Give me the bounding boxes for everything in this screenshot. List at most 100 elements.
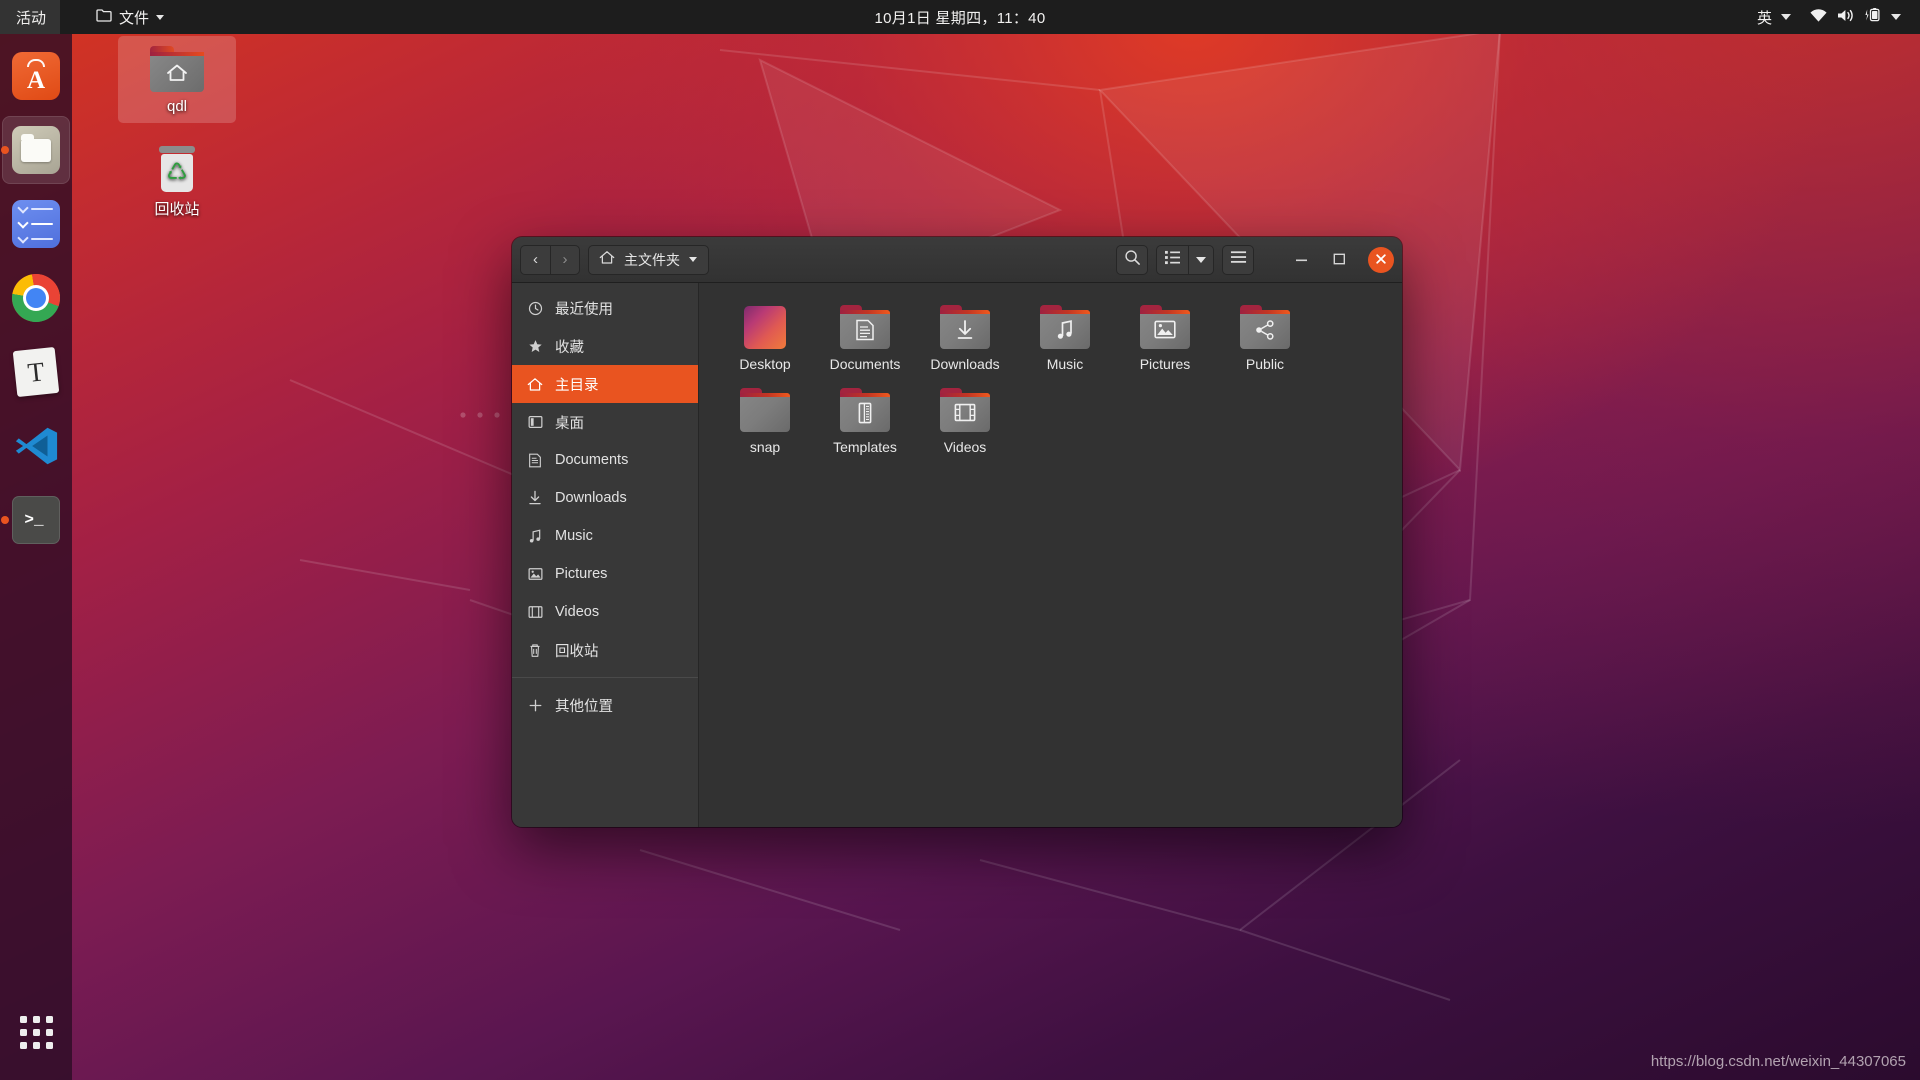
file-item-documents[interactable]: Documents <box>815 297 915 378</box>
desktop-icon-trash[interactable]: ♺ 回收站 <box>118 136 236 227</box>
app-menu-files[interactable]: 文件 <box>84 0 176 34</box>
file-item-label: Templates <box>833 439 897 456</box>
sidebar-item-pictures[interactable]: Pictures <box>512 555 698 593</box>
input-method-indicator[interactable]: 英 <box>1748 0 1800 34</box>
file-item-label: Music <box>1046 356 1084 372</box>
dock-item-text-editor[interactable]: T <box>2 338 70 406</box>
clock-area: 10月1日 星期四，11：40 <box>0 0 1920 34</box>
show-applications-button[interactable] <box>0 984 72 1080</box>
close-button[interactable] <box>1368 246 1394 273</box>
dock-item-todo[interactable] <box>2 190 70 258</box>
sidebar-item-label: Pictures <box>555 566 608 582</box>
list-view-button[interactable] <box>1156 244 1188 275</box>
sidebar-separator <box>512 677 698 678</box>
sidebar-item-label: 桌面 <box>555 415 584 432</box>
videos-icon <box>526 605 544 619</box>
dock-item-ubuntu-software[interactable]: A <box>2 42 70 110</box>
dock-item-vscode[interactable] <box>2 412 70 480</box>
forward-button[interactable]: › <box>550 244 580 275</box>
chevron-down-icon <box>689 257 697 262</box>
sidebar-item-label: 回收站 <box>555 643 599 660</box>
ubuntu-software-icon: A <box>12 52 60 100</box>
running-indicator-dot <box>1 146 9 154</box>
sidebar-item-label: 最近使用 <box>555 301 613 318</box>
file-item-music[interactable]: Music <box>1015 297 1115 378</box>
pictures-folder-icon <box>1140 305 1190 349</box>
plus-icon <box>526 698 544 713</box>
file-item-label: Public <box>1245 356 1285 372</box>
system-menu[interactable] <box>1800 0 1910 34</box>
sidebar-item-downloads[interactable]: Downloads <box>512 479 698 517</box>
file-item-templates[interactable]: Templates <box>815 380 915 461</box>
star-icon <box>526 339 544 354</box>
watermark-text: https://blog.csdn.net/weixin_44307065 <box>1650 1053 1906 1070</box>
file-manager-window[interactable]: ‹ › 主文件夹 最近使用 收藏 主目录 桌面 Documents Downlo… <box>512 237 1402 827</box>
file-item-desktop[interactable]: Desktop <box>715 297 815 378</box>
desktop-icon-label: qdl <box>166 98 188 115</box>
videos-folder-icon <box>940 388 990 433</box>
sidebar-item-documents[interactable]: Documents <box>512 441 698 479</box>
clock-label[interactable]: 10月1日 星期四，11：40 <box>875 7 1046 28</box>
maximize-button[interactable] <box>1324 245 1354 275</box>
battery-charging-icon <box>1864 7 1882 27</box>
path-bar-home-button[interactable]: 主文件夹 <box>588 244 709 275</box>
sidebar-item-home[interactable]: 主目录 <box>512 365 698 403</box>
files-icon <box>12 126 60 174</box>
file-item-pictures[interactable]: Pictures <box>1115 297 1215 378</box>
recycle-symbol: ♺ <box>166 159 188 186</box>
ubuntu-software-glyph: A <box>26 67 46 94</box>
file-list-area[interactable]: Desktop Documents Downloads Music Pictur… <box>699 283 1402 827</box>
sidebar-item-videos[interactable]: Videos <box>512 593 698 631</box>
downloads-icon <box>526 490 544 506</box>
file-item-label: Desktop <box>739 356 791 372</box>
sidebar-item-desktop[interactable]: 桌面 <box>512 403 698 441</box>
desktop-icon-home-folder[interactable]: qdl <box>118 36 236 123</box>
app-menu-label: 文件 <box>119 9 150 27</box>
sidebar-item-label: 收藏 <box>555 339 584 356</box>
sidebar-item-recent[interactable]: 最近使用 <box>512 289 698 327</box>
downloads-folder-icon <box>940 305 990 349</box>
file-item-videos[interactable]: Videos <box>915 380 1015 461</box>
activities-label: 活动 <box>16 9 47 27</box>
search-button[interactable] <box>1116 244 1148 275</box>
sidebar-item-label: Documents <box>555 452 629 468</box>
view-mode-selector <box>1156 244 1214 275</box>
running-indicator-dot <box>1 516 9 524</box>
activities-button[interactable]: 活动 <box>0 0 61 34</box>
navigation-buttons: ‹ › <box>520 244 580 275</box>
chevron-down-icon <box>156 14 165 20</box>
forward-icon: › <box>562 251 568 268</box>
chevron-down-icon <box>1196 256 1206 263</box>
file-item-downloads[interactable]: Downloads <box>915 297 1015 378</box>
search-icon <box>1124 249 1141 271</box>
pictures-icon <box>526 567 544 581</box>
home-icon <box>526 377 544 392</box>
view-options-dropdown[interactable] <box>1188 244 1214 275</box>
folder-icon <box>96 8 112 26</box>
sidebar-item-label: 主目录 <box>555 377 599 394</box>
dock-item-chrome[interactable] <box>2 264 70 332</box>
sidebar-item-other-locations[interactable]: 其他位置 <box>512 686 698 724</box>
sidebar-item-music[interactable]: Music <box>512 517 698 555</box>
file-grid: Desktop Documents Downloads Music Pictur… <box>715 297 1386 461</box>
wallpaper-thumbnail-folder-icon <box>740 305 790 349</box>
terminal-glyph: >_ <box>24 511 44 529</box>
file-item-label: Downloads <box>930 356 1000 372</box>
sidebar-item-trash[interactable]: 回收站 <box>512 631 698 669</box>
file-item-public[interactable]: Public <box>1215 297 1315 378</box>
minimize-button[interactable] <box>1286 245 1316 275</box>
chevron-down-icon <box>1891 14 1901 20</box>
dock: A T >_ <box>0 34 72 1080</box>
volume-icon <box>1837 8 1855 27</box>
back-button[interactable]: ‹ <box>520 244 550 275</box>
dock-item-files[interactable] <box>1 116 70 184</box>
status-indicators[interactable]: 英 <box>1748 0 1910 34</box>
sidebar-item-starred[interactable]: 收藏 <box>512 327 698 365</box>
top-bar: 活动 文件 10月1日 星期四，11：40 英 <box>0 0 1920 34</box>
documents-icon <box>526 453 544 468</box>
main-menu-button[interactable] <box>1222 244 1254 275</box>
file-item-snap[interactable]: snap <box>715 380 815 461</box>
dock-item-terminal[interactable]: >_ <box>1 486 70 554</box>
sidebar-item-label: Videos <box>555 604 600 620</box>
minimize-icon <box>1295 252 1308 268</box>
